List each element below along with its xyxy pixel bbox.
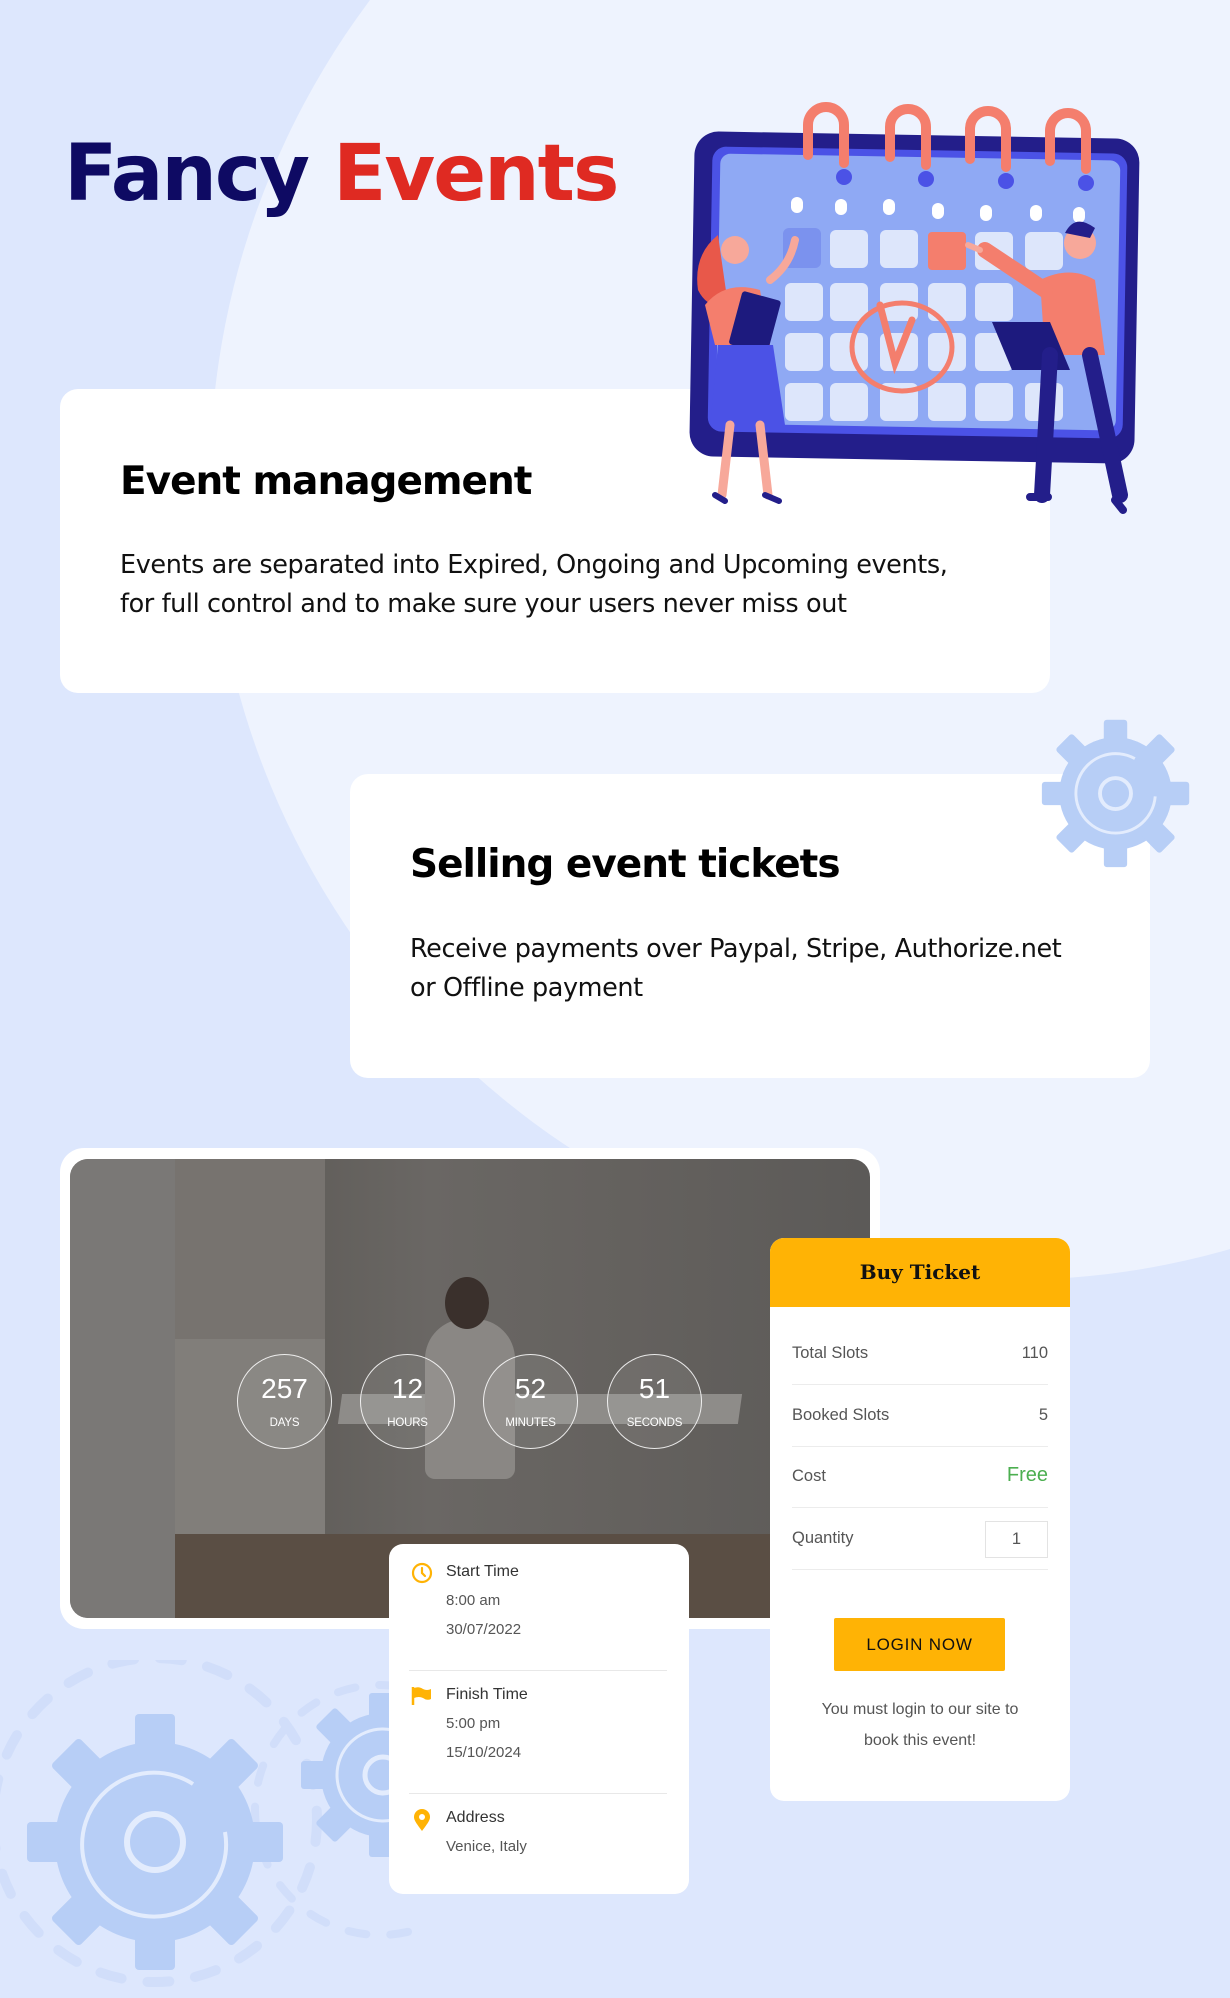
countdown-unit: MINUTES — [505, 1417, 556, 1429]
map-pin-icon — [414, 1809, 430, 1831]
feature-heading: Selling event tickets — [410, 842, 841, 887]
description-line: for full control and to make sure your u… — [120, 589, 847, 619]
login-note: You must login to our site to book this … — [790, 1694, 1050, 1756]
countdown-unit: SECONDS — [626, 1417, 683, 1429]
countdown-value: 12 — [391, 1373, 424, 1404]
buy-ticket-title: Buy Ticket — [770, 1238, 1070, 1307]
note-line: You must login to our site to — [821, 1701, 1019, 1718]
login-now-button[interactable]: LOGIN NOW — [834, 1618, 1005, 1671]
row-booked-slots: Booked Slots 5 — [792, 1386, 1048, 1447]
row-label: Booked Slots — [792, 1406, 890, 1424]
info-label: Finish Time — [446, 1686, 528, 1703]
description-line: Events are separated into Expired, Ongoi… — [120, 550, 948, 580]
divider — [409, 1793, 667, 1794]
divider — [409, 1670, 667, 1671]
row-value: 5 — [1038, 1406, 1048, 1424]
gear-icon — [27, 1714, 283, 1970]
countdown-hours: 12 HOURS — [360, 1354, 455, 1449]
countdown-unit: DAYS — [269, 1417, 300, 1429]
cost-value: Free — [1006, 1464, 1048, 1486]
clock-icon — [411, 1562, 433, 1584]
photo-wall-left — [70, 1159, 175, 1618]
row-total-slots: Total Slots 110 — [792, 1324, 1048, 1385]
countdown-seconds: 51 SECONDS — [607, 1354, 702, 1449]
countdown-value: 51 — [638, 1373, 671, 1404]
info-label: Start Time — [446, 1563, 519, 1580]
gear-icon — [1041, 719, 1190, 868]
flag-icon — [411, 1687, 431, 1705]
buy-ticket-card: Buy Ticket Total Slots 110 Booked Slots … — [770, 1238, 1070, 1801]
note-line: book this event! — [863, 1732, 977, 1749]
countdown-value: 52 — [514, 1373, 547, 1404]
row-label: Quantity — [792, 1529, 854, 1547]
description-line: Receive payments over Paypal, Stripe, Au… — [410, 934, 1062, 964]
page-title: Fancy Events — [64, 128, 619, 222]
info-time: 5:00 pm — [446, 1715, 501, 1732]
feature-heading: Event management — [120, 459, 532, 504]
feature-description: Events are separated into Expired, Ongoi… — [120, 546, 948, 624]
info-time: 8:00 am — [446, 1592, 501, 1609]
row-cost: Cost Free — [792, 1447, 1048, 1508]
row-quantity: Quantity — [792, 1509, 1048, 1570]
info-address-value: Venice, Italy — [446, 1838, 527, 1855]
event-info-card: Start Time 8:00 am 30/07/2022 Finish Tim… — [389, 1544, 689, 1894]
row-value: 110 — [1021, 1344, 1048, 1362]
photo-person-head — [445, 1277, 489, 1329]
feature-card-selling-tickets: Selling event tickets Receive payments o… — [350, 774, 1150, 1078]
feature-description: Receive payments over Paypal, Stripe, Au… — [410, 930, 1062, 1008]
countdown-days: 257 DAYS — [237, 1354, 332, 1449]
info-label: Address — [446, 1809, 505, 1826]
description-line: or Offline payment — [410, 973, 643, 1003]
quantity-input[interactable] — [985, 1521, 1048, 1558]
countdown-unit: HOURS — [387, 1417, 428, 1429]
calendar-illustration — [689, 102, 1140, 514]
title-part-1: Fancy — [64, 129, 310, 219]
info-date: 30/07/2022 — [446, 1621, 522, 1638]
countdown-minutes: 52 MINUTES — [483, 1354, 578, 1449]
row-label: Cost — [792, 1467, 826, 1485]
row-label: Total Slots — [792, 1344, 869, 1362]
info-date: 15/10/2024 — [446, 1744, 522, 1761]
title-part-2: Events — [333, 129, 619, 219]
countdown-value: 257 — [261, 1373, 308, 1404]
